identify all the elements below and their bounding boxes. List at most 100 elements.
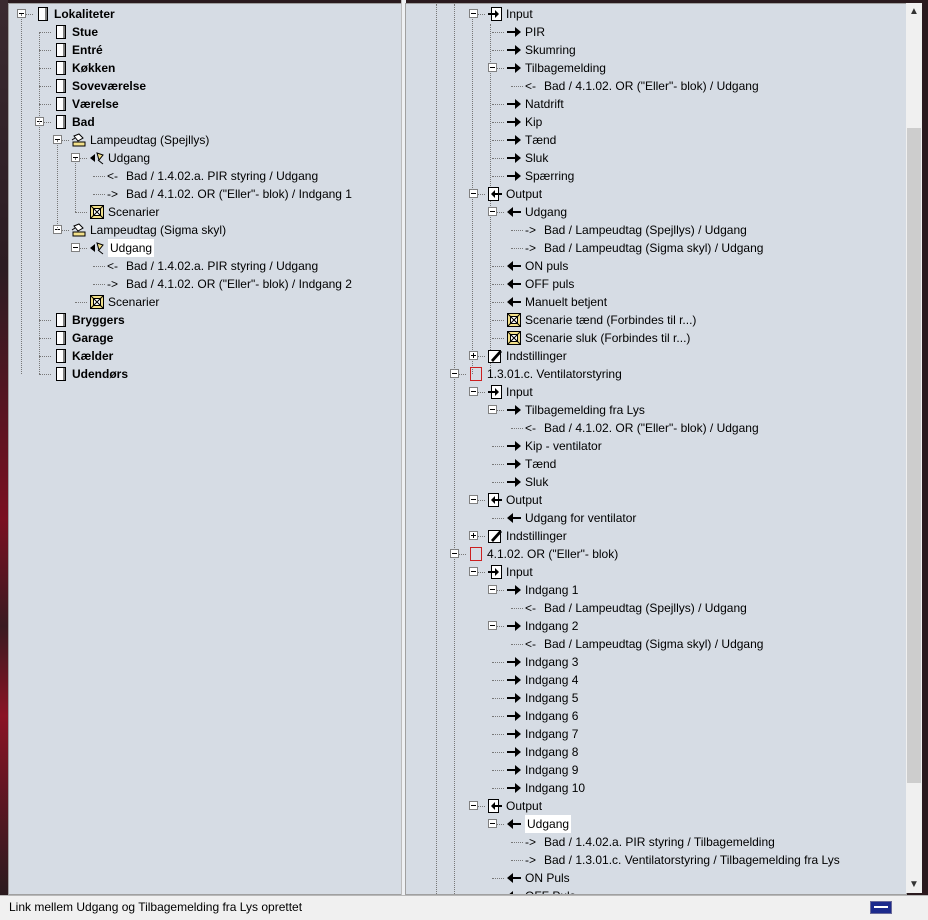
right-tree-node[interactable]: Skumring (406, 41, 906, 59)
left-node-label[interactable]: Lokaliteter (54, 5, 115, 23)
right-tree-node[interactable]: OFF Puls (406, 887, 906, 894)
right-node-label[interactable]: Indgang 3 (525, 653, 578, 671)
left-tree-node[interactable]: Scenarier (9, 203, 401, 221)
right-node-label[interactable]: Udgang (525, 815, 572, 833)
collapse-minus-icon[interactable] (488, 819, 497, 828)
right-tree-node[interactable]: ON Puls (406, 869, 906, 887)
right-tree-node[interactable]: 1.3.01.c. Ventilatorstyring (406, 365, 906, 383)
left-tree-node[interactable]: Bad (9, 113, 401, 131)
collapse-minus-icon[interactable] (488, 207, 497, 216)
left-node-label[interactable]: Bryggers (72, 311, 125, 329)
right-tree-node[interactable]: 4.1.02. OR ("Eller"- blok) (406, 545, 906, 563)
right-node-label[interactable]: Indgang 2 (525, 617, 578, 635)
right-tree-node[interactable]: Kip - ventilator (406, 437, 906, 455)
left-node-label[interactable]: Bad / 4.1.02. OR ("Eller"- blok) / Indga… (126, 275, 352, 293)
left-tree-node[interactable]: Lampeudtag (Sigma skyl) (9, 221, 401, 239)
right-node-label[interactable]: Indgang 5 (525, 689, 578, 707)
right-tree-node[interactable]: Indgang 2 (406, 617, 906, 635)
right-tree-node[interactable]: Input (406, 563, 906, 581)
right-node-label[interactable]: Udgang (525, 203, 567, 221)
right-node-label[interactable]: ON puls (525, 257, 568, 275)
left-node-label[interactable]: Bad / 4.1.02. OR ("Eller"- blok) / Indga… (126, 185, 352, 203)
expand-plus-icon[interactable] (469, 351, 478, 360)
collapse-minus-icon[interactable] (488, 63, 497, 72)
right-tree-node[interactable]: <- Bad / 4.1.02. OR ("Eller"- blok) / Udg… (406, 419, 906, 437)
vertical-scrollbar[interactable]: ▲ ▼ (906, 3, 922, 893)
left-tree-node[interactable]: Køkken (9, 59, 401, 77)
right-node-label[interactable]: Bad / Lampeudtag (Spejllys) / Udgang (544, 221, 747, 239)
right-tree-node[interactable]: ON puls (406, 257, 906, 275)
right-node-label[interactable]: Scenarie tænd (Forbindes til r...) (525, 311, 696, 329)
collapse-minus-icon[interactable] (469, 387, 478, 396)
right-node-label[interactable]: Indgang 4 (525, 671, 578, 689)
right-tree-node[interactable]: PIR (406, 23, 906, 41)
right-node-label[interactable]: Kip (525, 113, 542, 131)
collapse-minus-icon[interactable] (469, 9, 478, 18)
left-node-label[interactable]: Bad (72, 113, 95, 131)
collapse-minus-icon[interactable] (450, 549, 459, 558)
left-tree-node[interactable]: <- Bad / 1.4.02.a. PIR styring / Udgang (9, 257, 401, 275)
collapse-minus-icon[interactable] (488, 621, 497, 630)
right-node-label[interactable]: ON Puls (525, 869, 570, 887)
scroll-down-icon[interactable]: ▼ (906, 876, 922, 893)
collapse-minus-icon[interactable] (488, 585, 497, 594)
right-node-label[interactable]: Input (506, 383, 533, 401)
left-node-label[interactable]: Scenarier (108, 203, 159, 221)
right-tree-node[interactable]: <- Bad / 4.1.02. OR ("Eller"- blok) / Udg… (406, 77, 906, 95)
left-tree-node[interactable]: Scenarier (9, 293, 401, 311)
left-tree-node[interactable]: Soveværelse (9, 77, 401, 95)
left-node-label[interactable]: Værelse (72, 95, 119, 113)
right-tree-node[interactable]: OFF puls (406, 275, 906, 293)
collapse-minus-icon[interactable] (450, 369, 459, 378)
right-tree-node[interactable]: Output (406, 185, 906, 203)
right-node-label[interactable]: Bad / 1.4.02.a. PIR styring / Tilbagemel… (544, 833, 775, 851)
right-node-label[interactable]: Output (506, 797, 542, 815)
right-tree-node[interactable]: Indgang 8 (406, 743, 906, 761)
right-tree-node[interactable]: Natdrift (406, 95, 906, 113)
right-tree-node[interactable]: Indgang 4 (406, 671, 906, 689)
collapse-minus-icon[interactable] (469, 189, 478, 198)
right-tree-node[interactable]: Manuelt betjent (406, 293, 906, 311)
left-node-label[interactable]: Soveværelse (72, 77, 146, 95)
right-tree-node[interactable]: <- Bad / Lampeudtag (Sigma skyl) / Udgang (406, 635, 906, 653)
right-tree-node[interactable]: -> Bad / Lampeudtag (Sigma skyl) / Udgang (406, 239, 906, 257)
scroll-up-icon[interactable]: ▲ (906, 3, 922, 20)
right-node-label[interactable]: Bad / Lampeudtag (Spejllys) / Udgang (544, 599, 747, 617)
left-tree-node[interactable]: Garage (9, 329, 401, 347)
left-tree-node[interactable]: Værelse (9, 95, 401, 113)
collapse-minus-icon[interactable] (469, 567, 478, 576)
right-node-label[interactable]: Output (506, 491, 542, 509)
right-tree-node[interactable]: Indgang 5 (406, 689, 906, 707)
right-node-label[interactable]: 1.3.01.c. Ventilatorstyring (487, 365, 622, 383)
left-node-label[interactable]: Køkken (72, 59, 115, 77)
left-tree-node[interactable]: Lokaliteter (9, 5, 401, 23)
right-tree-node[interactable]: Indgang 3 (406, 653, 906, 671)
right-node-label[interactable]: Indgang 10 (525, 779, 585, 797)
right-tree-node[interactable]: Scenarie tænd (Forbindes til r...) (406, 311, 906, 329)
collapse-minus-icon[interactable] (488, 405, 497, 414)
left-node-label[interactable]: Udgang (108, 149, 150, 167)
left-tree-node[interactable]: -> Bad / 4.1.02. OR ("Eller"- blok) / Ind… (9, 185, 401, 203)
location-tree[interactable]: Lokaliteter Stue Entré Køkken Soveværelse Vær… (8, 3, 402, 895)
right-node-label[interactable]: Indgang 9 (525, 761, 578, 779)
left-node-label[interactable]: Kælder (72, 347, 113, 365)
right-node-label[interactable]: Kip - ventilator (525, 437, 602, 455)
right-tree-node[interactable]: Tænd (406, 131, 906, 149)
right-node-label[interactable]: Bad / 1.3.01.c. Ventilatorstyring / Tilb… (544, 851, 840, 869)
right-tree-node[interactable]: Output (406, 491, 906, 509)
right-node-label[interactable]: Indstillinger (506, 527, 567, 545)
right-tree-node[interactable]: Indgang 10 (406, 779, 906, 797)
right-node-label[interactable]: Natdrift (525, 95, 564, 113)
right-node-label[interactable]: Bad / Lampeudtag (Sigma skyl) / Udgang (544, 239, 763, 257)
right-node-label[interactable]: Indgang 7 (525, 725, 578, 743)
right-node-label[interactable]: Bad / 4.1.02. OR ("Eller"- blok) / Udgan… (544, 77, 759, 95)
left-node-label[interactable]: Udendørs (72, 365, 128, 383)
right-node-label[interactable]: Tænd (525, 455, 556, 473)
left-node-label[interactable]: Bad / 1.4.02.a. PIR styring / Udgang (126, 257, 318, 275)
right-node-label[interactable]: Input (506, 5, 533, 23)
right-tree-node[interactable]: Indstillinger (406, 527, 906, 545)
right-tree-node[interactable]: Tilbagemelding (406, 59, 906, 77)
right-tree-node[interactable]: Indgang 1 (406, 581, 906, 599)
left-tree-node[interactable]: Kælder (9, 347, 401, 365)
left-tree-node[interactable]: Udgang (9, 239, 401, 257)
